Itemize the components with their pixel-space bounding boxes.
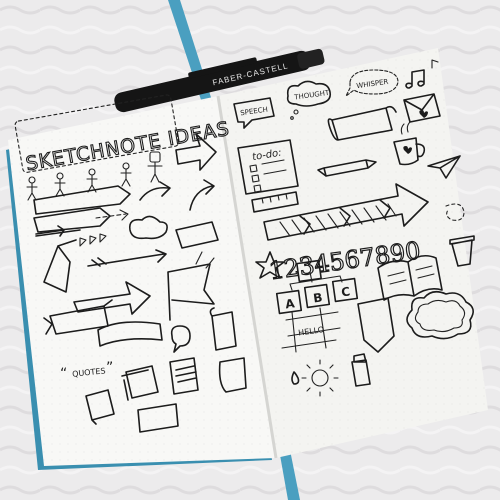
notebook-photo: FABER-CASTELL SKETCHNOTE IDEAS QUOTES “ … [0, 0, 500, 500]
open-quote-glyph: “ [60, 366, 67, 382]
letter-b: B [312, 290, 323, 305]
close-quote-glyph: ” [106, 360, 113, 376]
